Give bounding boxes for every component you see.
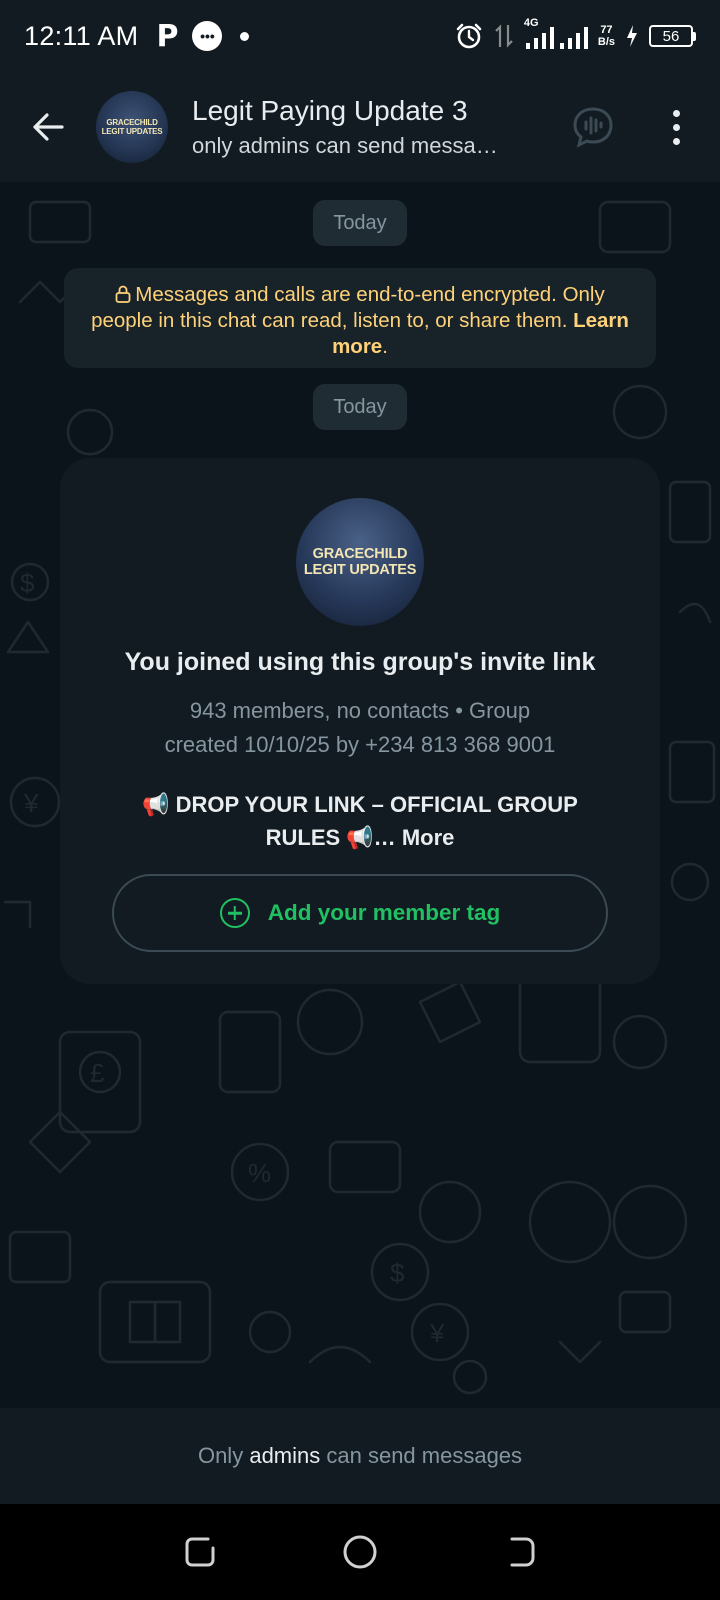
home-icon[interactable] <box>341 1533 379 1571</box>
more-vert-icon <box>672 109 680 117</box>
group-avatar-large[interactable]: GRACECHILD LEGIT UPDATES <box>296 498 424 626</box>
p-app-icon: P <box>156 18 179 54</box>
encryption-notice[interactable]: Messages and calls are end-to-end encryp… <box>64 268 656 368</box>
net-speed-value: 77 <box>600 24 613 36</box>
dot-icon <box>240 31 250 41</box>
system-nav-bar <box>0 1504 720 1600</box>
voice-chat-icon <box>573 107 613 148</box>
group-meta-line-1: 943 members, no contacts • Group <box>189 698 531 723</box>
joined-message: You joined using this group's invite lin… <box>124 648 596 676</box>
group-description-line-2: RULES 📢… <box>265 825 396 850</box>
back-arrow-icon <box>33 113 64 141</box>
data-arrows-icon <box>495 24 513 48</box>
chat-subtitle: only admins can send messa… <box>192 133 498 158</box>
back-nav-icon[interactable] <box>502 1534 538 1570</box>
charging-icon <box>627 25 637 47</box>
admins-only-text-2: can send messages <box>326 1443 523 1468</box>
chat-area[interactable]: $ ¥ £ % $ ¥ Today Messages and calls are… <box>0 182 720 1408</box>
svg-text:¥: ¥ <box>429 1318 445 1348</box>
alarm-icon <box>456 23 482 49</box>
more-options-button[interactable] <box>652 102 700 152</box>
back-button[interactable] <box>0 72 96 182</box>
net-speed: 77 B/s <box>598 24 615 48</box>
add-member-tag-button[interactable]: Add your member tag <box>112 874 608 952</box>
lock-icon <box>115 285 131 303</box>
more-link[interactable]: More <box>402 825 455 850</box>
status-time: 12:11 AM <box>24 20 139 51</box>
status-bar: 12:11 AM P ••• 4G 77 B/s 56 <box>0 0 720 72</box>
admins-link[interactable]: admins <box>249 1443 320 1469</box>
chat-title: Legit Paying Update 3 <box>192 95 468 126</box>
recent-apps-icon[interactable] <box>182 1534 218 1570</box>
avatar-text-2: LEGIT UPDATES <box>101 127 163 136</box>
chat-title-area[interactable]: Legit Paying Update 3 only admins can se… <box>192 95 532 159</box>
status-right-icons: 4G 77 B/s 56 <box>454 17 696 51</box>
status-left-icons: P ••• <box>156 18 250 54</box>
avatar-text-2: LEGIT UPDATES <box>303 562 417 578</box>
svg-text:$: $ <box>20 568 35 598</box>
svg-text:%: % <box>248 1158 271 1188</box>
encryption-text: Messages and calls are end-to-end encryp… <box>91 283 605 332</box>
voice-chat-button[interactable] <box>570 104 616 150</box>
encryption-period: . <box>382 335 388 358</box>
group-description-line-1: 📢 DROP YOUR LINK – OFFICIAL GROUP <box>142 792 578 817</box>
signal-icon: 4G <box>524 17 588 51</box>
avatar-text-1: GRACECHILD <box>106 118 158 127</box>
date-chip: Today <box>313 200 407 246</box>
chat-header: GRACECHILD LEGIT UPDATES Legit Paying Up… <box>0 72 720 182</box>
avatar-text-1: GRACECHILD <box>312 546 408 562</box>
add-circle-icon <box>219 898 250 928</box>
date-chip: Today <box>313 384 407 430</box>
admins-only-text-1: Only <box>197 1443 244 1468</box>
admins-only-bar: Only admins can send messages <box>0 1408 720 1504</box>
group-avatar[interactable]: GRACECHILD LEGIT UPDATES <box>96 91 168 163</box>
chat-bubble-icon: ••• <box>192 21 223 51</box>
net-speed-unit: B/s <box>597 36 615 48</box>
group-description: 📢 DROP YOUR LINK – OFFICIAL GROUP RULES … <box>120 788 600 854</box>
svg-text:$: $ <box>390 1258 405 1288</box>
group-meta-line-2: created 10/10/25 by +234 813 368 9001 <box>164 732 556 757</box>
svg-text:¥: ¥ <box>23 788 39 818</box>
battery-icon: 56 <box>649 25 696 47</box>
svg-text:£: £ <box>90 1058 105 1088</box>
add-member-tag-label: Add your member tag <box>267 900 501 925</box>
group-info-card: GRACECHILD LEGIT UPDATES You joined usin… <box>60 458 660 984</box>
group-meta: 943 members, no contacts • Group created… <box>120 694 600 762</box>
battery-level: 56 <box>649 25 693 47</box>
